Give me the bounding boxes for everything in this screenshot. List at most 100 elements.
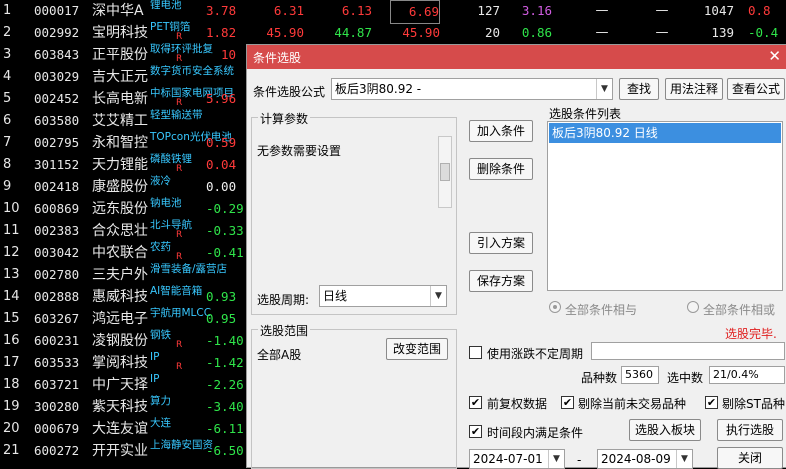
table-row[interactable]: 1 000017 深中华A 锂电池 3.78 6.31 6.13 6.69 127 3.16 — — 1…: [0, 0, 786, 24]
stock-code: 002780: [34, 267, 80, 282]
radio-all-or[interactable]: [687, 301, 699, 313]
stock-code: 301152: [34, 157, 80, 172]
stock-val: 0.93: [206, 289, 237, 304]
table-row[interactable]: 2 002992 宝明科技 PET铜箔 R 1.82 45.90 44.87 45.90 20 0.…: [0, 21, 786, 44]
stock-mark: R: [176, 252, 183, 262]
stock-x5: 3.16: [521, 3, 552, 18]
stock-val: 0.00: [206, 179, 237, 194]
formula-select[interactable]: 板后3阴80.92 - ▼: [331, 78, 613, 100]
stock-code: 003042: [34, 245, 80, 260]
stock-code: 002383: [34, 223, 80, 238]
stock-idx: 4: [3, 69, 12, 84]
stock-code: 002888: [34, 289, 80, 304]
chevron-down-icon[interactable]: ▼: [676, 450, 692, 468]
date-to-picker[interactable]: 2024-08-09 ▼: [597, 449, 693, 469]
date-from-picker[interactable]: 2024-07-01 ▼: [469, 449, 565, 469]
period-label: 选股周期:: [257, 293, 310, 307]
condition-list-label: 选股条件列表: [549, 107, 622, 121]
stock-val: -0.33: [206, 223, 244, 238]
usage-notes-button[interactable]: 用法注释: [665, 78, 723, 100]
formula-select-value: 板后3阴80.92 -: [335, 82, 422, 96]
close-icon[interactable]: ✕: [768, 47, 781, 65]
chevron-down-icon[interactable]: ▼: [430, 286, 446, 306]
stock-val: -0.29: [206, 201, 244, 216]
stock-tag: 算力: [150, 395, 171, 407]
uncertain-period-checkbox[interactable]: [469, 346, 482, 359]
to-block-button[interactable]: 选股入板块: [629, 419, 701, 441]
stock-mark: R: [176, 362, 183, 372]
selected-label: 选中数: [667, 371, 704, 385]
time-cond-checkbox[interactable]: ✔: [469, 425, 482, 438]
stock-idx: 19: [3, 399, 20, 414]
chevron-down-icon[interactable]: ▼: [596, 79, 612, 99]
stock-x8: 1047: [703, 3, 734, 18]
stock-mark: R: [176, 164, 183, 174]
uncertain-period-input[interactable]: [591, 342, 785, 360]
stock-idx: 21: [3, 443, 20, 458]
chevron-down-icon[interactable]: ▼: [548, 450, 564, 468]
find-button[interactable]: 查找: [619, 78, 659, 100]
stock-x7: —: [655, 3, 669, 18]
stock-name: 紫天科技: [92, 399, 148, 415]
stock-code: 603533: [34, 355, 80, 370]
stock-val: 0.59: [206, 135, 237, 150]
exclude-untraded-label: 剔除当前未交易品种: [578, 397, 687, 411]
stock-name: 鸿远电子: [92, 311, 148, 327]
exclude-untraded-checkbox[interactable]: ✔: [561, 396, 574, 409]
stock-x2: 6.13: [341, 3, 372, 18]
range-label: 选股范围: [258, 322, 311, 339]
stock-mark: R: [176, 32, 183, 42]
scrollbar-thumb[interactable]: [440, 163, 450, 181]
stock-name: 凌钢股份: [92, 333, 148, 349]
stock-idx: 9: [3, 179, 12, 194]
selected-value: 21/0.4%: [709, 366, 785, 384]
save-scheme-button[interactable]: 保存方案: [469, 270, 533, 292]
stock-tag: 北斗导航: [150, 219, 192, 231]
stock-x2: 44.87: [334, 25, 372, 40]
stock-code: 002452: [34, 91, 80, 106]
period-select[interactable]: 日线 ▼: [319, 285, 447, 307]
view-formula-button[interactable]: 查看公式: [727, 78, 785, 100]
exclude-st-checkbox[interactable]: ✔: [705, 396, 718, 409]
delete-condition-button[interactable]: 删除条件: [469, 158, 533, 180]
radio-all-and[interactable]: [549, 301, 561, 313]
stock-x4: 20: [484, 25, 500, 40]
exclude-st-label: 剔除ST品种: [722, 397, 785, 411]
stock-mark: R: [176, 98, 183, 108]
change-range-button[interactable]: 改变范围: [386, 338, 448, 360]
stock-idx: 12: [3, 245, 20, 260]
prerestore-label: 前复权数据: [487, 397, 548, 411]
stock-tag: 大连: [150, 417, 171, 429]
no-params-text: 无参数需要设置: [257, 144, 342, 158]
stock-code: 603267: [34, 311, 80, 326]
stock-code: 600272: [34, 443, 80, 458]
stock-idx: 3: [3, 47, 12, 62]
condition-list[interactable]: 板后3阴80.92 日线: [547, 121, 783, 291]
stock-code: 600869: [34, 201, 80, 216]
dialog-titlebar[interactable]: 条件选股 ✕: [247, 45, 786, 69]
stock-x9: -0.4: [748, 25, 779, 40]
stock-idx: 5: [3, 91, 12, 106]
time-cond-label: 时间段内满足条件: [487, 426, 584, 440]
stock-tag: 农药: [150, 241, 171, 253]
stock-val: 1.82: [206, 25, 237, 40]
stock-name: 开开实业: [92, 443, 148, 459]
stock-code: 603580: [34, 113, 80, 128]
stock-idx: 16: [3, 333, 20, 348]
stock-idx: 7: [3, 135, 12, 150]
stock-name: 合众思壮: [92, 223, 148, 239]
prerestore-checkbox[interactable]: ✔: [469, 396, 482, 409]
stock-mark: R: [176, 340, 183, 350]
condition-list-item[interactable]: 板后3阴80.92 日线: [549, 123, 781, 143]
add-condition-button[interactable]: 加入条件: [469, 120, 533, 142]
params-scrollbar[interactable]: [438, 136, 452, 208]
stock-tag: 数字货币安全系统: [150, 65, 234, 77]
dialog-title: 条件选股: [253, 51, 302, 65]
condition-stock-dialog: 条件选股 ✕ 条件选股公式 板后3阴80.92 - ▼ 查找 用法注释 查看公式…: [246, 44, 786, 469]
stock-name: 远东股份: [92, 201, 148, 217]
stock-tag: AI智能音箱: [150, 285, 203, 297]
stock-val: -2.26: [206, 377, 244, 392]
import-scheme-button[interactable]: 引入方案: [469, 232, 533, 254]
stock-idx: 1: [3, 3, 12, 18]
run-selection-button[interactable]: 执行选股: [717, 419, 783, 441]
